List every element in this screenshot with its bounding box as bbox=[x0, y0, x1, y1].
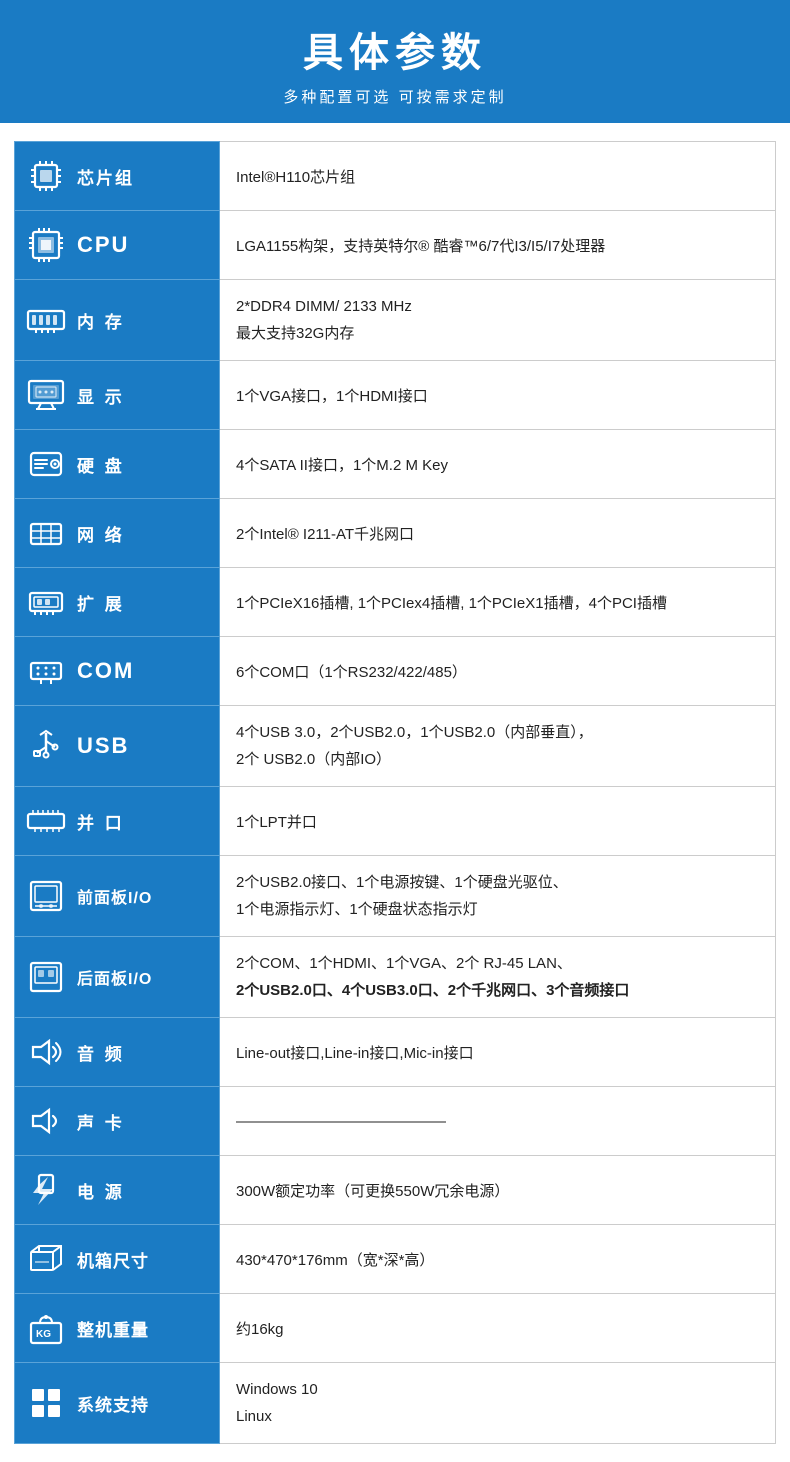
label-front-panel: 前面板I/O bbox=[15, 856, 220, 937]
value-network: 2个Intel® I211-AT千兆网口 bbox=[220, 499, 776, 568]
label-rear-panel: 后面板I/O bbox=[15, 937, 220, 1018]
header: 具体参数 多种配置可选 可按需求定制 bbox=[0, 0, 790, 123]
value-os: Windows 10Linux bbox=[220, 1363, 776, 1444]
table-row: 网 络 2个Intel® I211-AT千兆网口 bbox=[15, 499, 776, 568]
table-row: 电 源 300W额定功率（可更换550W冗余电源） bbox=[15, 1156, 776, 1225]
front-panel-label: 前面板I/O bbox=[77, 884, 152, 908]
parallel-label: 并 口 bbox=[77, 809, 125, 834]
label-weight: KG 整机重量 bbox=[15, 1294, 220, 1363]
memory-label: 内 存 bbox=[77, 308, 125, 333]
value-display: 1个VGA接口，1个HDMI接口 bbox=[220, 361, 776, 430]
table-row: KG 整机重量 约16kg bbox=[15, 1294, 776, 1363]
label-os: 系统支持 bbox=[15, 1363, 220, 1444]
page-title: 具体参数 bbox=[0, 20, 790, 78]
value-chassis: 430*470*176mm（宽*深*高） bbox=[220, 1225, 776, 1294]
label-power: 电 源 bbox=[15, 1156, 220, 1225]
table-row: 系统支持 Windows 10Linux bbox=[15, 1363, 776, 1444]
harddisk-label: 硬 盘 bbox=[77, 452, 125, 477]
soundcard-label: 声 卡 bbox=[77, 1109, 125, 1134]
value-expand: 1个PCIeX16插槽, 1个PCIex4插槽, 1个PCIeX1插槽，4个PC… bbox=[220, 568, 776, 637]
label-display: 显 示 bbox=[15, 361, 220, 430]
front-panel-icon bbox=[25, 875, 67, 917]
spec-table: 芯片组 Intel®H110芯片组 bbox=[14, 141, 776, 1444]
parallel-icon bbox=[25, 800, 67, 842]
table-row: COM 6个COM口（1个RS232/422/485） bbox=[15, 637, 776, 706]
memory-icon bbox=[25, 299, 67, 341]
table-row: 并 口 1个LPT并口 bbox=[15, 787, 776, 856]
label-network: 网 络 bbox=[15, 499, 220, 568]
value-front-panel: 2个USB2.0接口、1个电源按键、1个硬盘光驱位、1个电源指示灯、1个硬盘状态… bbox=[220, 856, 776, 937]
value-harddisk: 4个SATA II接口，1个M.2 M Key bbox=[220, 430, 776, 499]
display-icon bbox=[25, 374, 67, 416]
network-label: 网 络 bbox=[77, 521, 125, 546]
value-parallel: 1个LPT并口 bbox=[220, 787, 776, 856]
value-usb: 4个USB 3.0，2个USB2.0，1个USB2.0（内部垂直），2个 USB… bbox=[220, 706, 776, 787]
rear-panel-label: 后面板I/O bbox=[77, 965, 152, 989]
label-chipset: 芯片组 bbox=[15, 142, 220, 211]
label-cpu: CPU bbox=[15, 211, 220, 280]
table-row: 硬 盘 4个SATA II接口，1个M.2 M Key bbox=[15, 430, 776, 499]
page-subtitle: 多种配置可选 可按需求定制 bbox=[0, 86, 790, 107]
svg-text:KG: KG bbox=[36, 1329, 51, 1340]
cpu-icon bbox=[25, 224, 67, 266]
label-memory: 内 存 bbox=[15, 280, 220, 361]
label-chassis: 机箱尺寸 bbox=[15, 1225, 220, 1294]
usb-icon bbox=[25, 725, 67, 767]
table-row: 前面板I/O 2个USB2.0接口、1个电源按键、1个硬盘光驱位、1个电源指示灯… bbox=[15, 856, 776, 937]
label-com: COM bbox=[15, 637, 220, 706]
os-label: 系统支持 bbox=[77, 1391, 149, 1416]
value-weight: 约16kg bbox=[220, 1294, 776, 1363]
value-com: 6个COM口（1个RS232/422/485） bbox=[220, 637, 776, 706]
chassis-label: 机箱尺寸 bbox=[77, 1247, 149, 1272]
label-audio: 音 频 bbox=[15, 1018, 220, 1087]
table-row: 芯片组 Intel®H110芯片组 bbox=[15, 142, 776, 211]
harddisk-icon bbox=[25, 443, 67, 485]
os-icon bbox=[25, 1382, 67, 1424]
value-rear-panel: 2个COM、1个HDMI、1个VGA、2个 RJ-45 LAN、 2个USB2.… bbox=[220, 937, 776, 1018]
label-harddisk: 硬 盘 bbox=[15, 430, 220, 499]
value-cpu: LGA1155构架，支持英特尔® 酷睿™6/7代I3/I5/I7处理器 bbox=[220, 211, 776, 280]
soundcard-icon bbox=[25, 1100, 67, 1142]
table-row: 音 频 Line-out接口,Line-in接口,Mic-in接口 bbox=[15, 1018, 776, 1087]
table-row: 扩 展 1个PCIeX16插槽, 1个PCIex4插槽, 1个PCIeX1插槽，… bbox=[15, 568, 776, 637]
weight-label: 整机重量 bbox=[77, 1316, 149, 1341]
label-soundcard: 声 卡 bbox=[15, 1087, 220, 1156]
label-parallel: 并 口 bbox=[15, 787, 220, 856]
audio-icon bbox=[25, 1031, 67, 1073]
usb-label: USB bbox=[77, 733, 129, 759]
power-icon bbox=[25, 1169, 67, 1211]
table-row: 显 示 1个VGA接口，1个HDMI接口 bbox=[15, 361, 776, 430]
label-expand: 扩 展 bbox=[15, 568, 220, 637]
com-label: COM bbox=[77, 658, 134, 684]
chipset-icon bbox=[25, 155, 67, 197]
expand-label: 扩 展 bbox=[77, 590, 125, 615]
cpu-label: CPU bbox=[77, 232, 129, 258]
value-memory: 2*DDR4 DIMM/ 2133 MHz最大支持32G内存 bbox=[220, 280, 776, 361]
value-power: 300W额定功率（可更换550W冗余电源） bbox=[220, 1156, 776, 1225]
chipset-label: 芯片组 bbox=[77, 164, 134, 189]
expand-icon bbox=[25, 581, 67, 623]
table-row: 后面板I/O 2个COM、1个HDMI、1个VGA、2个 RJ-45 LAN、 … bbox=[15, 937, 776, 1018]
display-label: 显 示 bbox=[77, 383, 125, 408]
weight-icon: KG bbox=[25, 1307, 67, 1349]
table-row: 声 卡 —————————————— bbox=[15, 1087, 776, 1156]
network-icon bbox=[25, 512, 67, 554]
audio-label: 音 频 bbox=[77, 1040, 125, 1065]
table-row: 机箱尺寸 430*470*176mm（宽*深*高） bbox=[15, 1225, 776, 1294]
table-row: CPU LGA1155构架，支持英特尔® 酷睿™6/7代I3/I5/I7处理器 bbox=[15, 211, 776, 280]
com-icon bbox=[25, 650, 67, 692]
value-chipset: Intel®H110芯片组 bbox=[220, 142, 776, 211]
chassis-icon bbox=[25, 1238, 67, 1280]
rear-panel-icon bbox=[25, 956, 67, 998]
power-label: 电 源 bbox=[77, 1178, 125, 1203]
table-row: 内 存 2*DDR4 DIMM/ 2133 MHz最大支持32G内存 bbox=[15, 280, 776, 361]
value-audio: Line-out接口,Line-in接口,Mic-in接口 bbox=[220, 1018, 776, 1087]
label-usb: USB bbox=[15, 706, 220, 787]
table-row: USB 4个USB 3.0，2个USB2.0，1个USB2.0（内部垂直），2个… bbox=[15, 706, 776, 787]
value-soundcard: —————————————— bbox=[220, 1087, 776, 1156]
